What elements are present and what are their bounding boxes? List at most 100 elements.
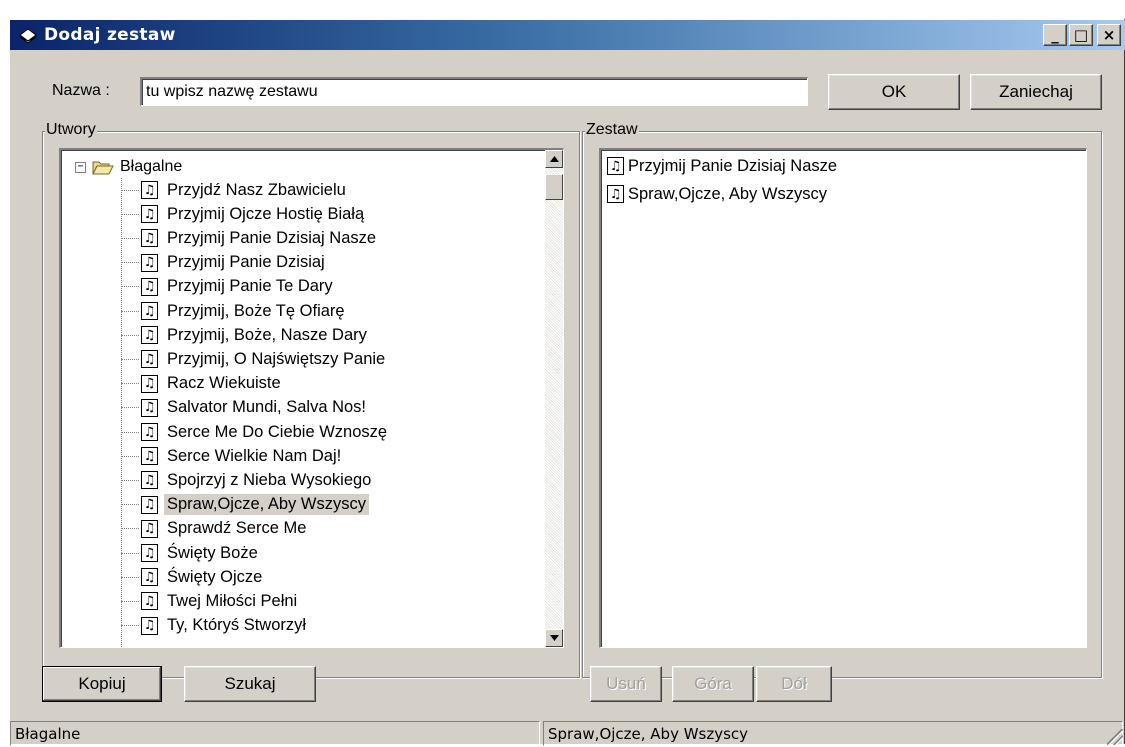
tree-song-item[interactable]: ♫ Przyjmij, O Najświętszy Panie bbox=[121, 347, 388, 371]
song-title: Przyjmij, Boże Tę Ofiarę bbox=[167, 301, 345, 320]
song-title: Przyjmij Panie Dzisiaj Nasze bbox=[167, 228, 377, 247]
set-group-title: Zestaw bbox=[585, 121, 639, 139]
music-note-icon: ♫ bbox=[141, 181, 158, 200]
tree-branch-line bbox=[121, 237, 139, 239]
tree-song-item[interactable]: ♫ Salvator Mundi, Salva Nos! bbox=[121, 396, 369, 420]
category-label: Błagalne bbox=[120, 158, 183, 175]
tree-branch-line bbox=[121, 189, 139, 191]
song-title: Twej Miłości Pełni bbox=[167, 591, 298, 610]
tree-song-item[interactable]: ♫ Przyjmij Panie Te Dary bbox=[121, 275, 336, 299]
songs-tree[interactable]: − Błagalne ♫ Przyjdź Nasz Zbawicielu ♫ Przy… bbox=[59, 148, 564, 648]
cancel-button[interactable]: Zaniechaj bbox=[970, 74, 1102, 110]
music-note-icon: ♫ bbox=[141, 592, 158, 611]
tree-song-item[interactable]: ♫ Przyjmij, Boże, Nasze Dary bbox=[121, 323, 370, 347]
tree-song-item[interactable]: ♫ Spojrzyj z Nieba Wysokiego bbox=[121, 468, 374, 492]
song-title: Serce Me Do Ciebie Wznoszę bbox=[167, 422, 388, 441]
tree-song-item[interactable]: ♫ Przyjmij Ojcze Hostię Białą bbox=[121, 202, 367, 226]
music-note-icon: ♫ bbox=[607, 185, 624, 203]
tree-song-item[interactable]: ♫ Przyjmij Panie Dzisiaj Nasze bbox=[121, 226, 379, 250]
music-note-icon: ♫ bbox=[141, 495, 158, 514]
music-note-icon: ♫ bbox=[141, 616, 158, 635]
maximize-button[interactable]: □ bbox=[1069, 24, 1093, 46]
tree-branch-line bbox=[121, 310, 139, 312]
song-title: Święty Ojcze bbox=[167, 567, 263, 586]
tree-branch-line bbox=[121, 600, 139, 602]
set-song-title: Spraw,Ojcze, Aby Wszyscy bbox=[628, 184, 827, 203]
tree-song-item[interactable]: ♫ Racz Wiekuiste bbox=[121, 372, 284, 396]
music-note-icon: ♫ bbox=[141, 374, 158, 393]
songs-group-title: Utwory bbox=[45, 121, 97, 139]
song-title: Przyjmij Panie Te Dary bbox=[167, 277, 333, 296]
tree-song-item[interactable]: ♫ Ty, Któryś Stworzył bbox=[121, 614, 309, 638]
music-note-icon: ♫ bbox=[141, 277, 158, 296]
music-note-icon: ♫ bbox=[141, 398, 158, 417]
resize-grip[interactable] bbox=[1107, 729, 1123, 745]
songs-tree-content: − Błagalne ♫ Przyjdź Nasz Zbawicielu ♫ Przy… bbox=[61, 150, 545, 647]
music-note-icon: ♫ bbox=[141, 302, 158, 321]
tree-song-item[interactable]: ♫ Przyjmij, Boże Tę Ofiarę bbox=[121, 299, 348, 323]
tree-branch-line bbox=[121, 431, 139, 433]
music-note-icon: ♫ bbox=[141, 205, 158, 224]
music-note-icon: ♫ bbox=[141, 447, 158, 466]
song-title: Przyjmij, Boże, Nasze Dary bbox=[167, 325, 367, 344]
open-folder-icon bbox=[92, 161, 114, 175]
tree-branch-line bbox=[121, 407, 139, 409]
set-list[interactable]: ♫ Przyjmij Panie Dzisiaj Nasze ♫ Spraw,Ojcz… bbox=[599, 148, 1087, 648]
set-list-item[interactable]: ♫ Przyjmij Panie Dzisiaj Nasze bbox=[607, 154, 837, 178]
tree-song-item[interactable]: ♫ Sprawdź Serce Me bbox=[121, 517, 309, 541]
tree-branch-line bbox=[121, 334, 139, 336]
music-note-icon: ♫ bbox=[141, 253, 158, 272]
tree-branch-line bbox=[121, 479, 139, 481]
tree-branch-line bbox=[121, 625, 139, 627]
tree-branch-line bbox=[121, 455, 139, 457]
tree-branch-line bbox=[121, 528, 139, 530]
song-title: Racz Wiekuiste bbox=[167, 374, 281, 393]
close-button[interactable]: × bbox=[1097, 24, 1121, 46]
tree-song-item[interactable]: ♫ Serce Wielkie Nam Daj! bbox=[121, 444, 344, 468]
remove-button[interactable]: Usuń bbox=[590, 666, 662, 702]
status-bar: Błagalne Spraw,Ojcze, Aby Wszyscy bbox=[10, 721, 1125, 747]
song-title: Spojrzyj z Nieba Wysokiego bbox=[167, 470, 372, 489]
song-title: Sprawdź Serce Me bbox=[167, 519, 307, 538]
set-list-item[interactable]: ♫ Spraw,Ojcze, Aby Wszyscy bbox=[607, 182, 827, 206]
title-bar[interactable]: Dodaj zestaw _ □ × bbox=[10, 20, 1125, 50]
dialog-window: Dodaj zestaw _ □ × Nazwa : OK Zaniechaj … bbox=[8, 18, 1125, 747]
scroll-up-button[interactable] bbox=[545, 150, 563, 168]
set-name-input[interactable] bbox=[140, 77, 808, 106]
music-note-icon: ♫ bbox=[141, 350, 158, 369]
music-note-icon: ♫ bbox=[141, 326, 158, 345]
arrow-down-icon bbox=[549, 635, 559, 641]
song-title: Przyjmij, O Najświętszy Panie bbox=[167, 349, 386, 368]
tree-song-item[interactable]: ♫ Święty Ojcze bbox=[121, 565, 265, 589]
tree-root-category[interactable]: − Błagalne bbox=[75, 156, 182, 178]
tree-branch-line bbox=[121, 576, 139, 578]
minimize-button[interactable]: _ bbox=[1043, 24, 1067, 46]
status-left: Błagalne bbox=[10, 721, 540, 746]
tree-song-item[interactable]: ♫ Przyjdź Nasz Zbawicielu bbox=[121, 178, 349, 202]
collapse-icon[interactable]: − bbox=[75, 161, 86, 173]
music-note-icon: ♫ bbox=[607, 157, 624, 175]
tree-branch-line bbox=[121, 504, 139, 506]
tree-branch-line bbox=[121, 213, 139, 215]
move-up-button[interactable]: Góra bbox=[672, 666, 754, 702]
scroll-thumb[interactable] bbox=[545, 174, 563, 200]
tree-song-item[interactable]: ♫ Święty Boże bbox=[121, 541, 261, 565]
tree-song-item[interactable]: ♫ Serce Me Do Ciebie Wznoszę bbox=[121, 420, 390, 444]
scroll-down-button[interactable] bbox=[545, 629, 563, 647]
tree-branch-line bbox=[121, 358, 139, 360]
search-button[interactable]: Szukaj bbox=[184, 666, 316, 702]
songs-scrollbar[interactable] bbox=[545, 150, 563, 647]
ok-button[interactable]: OK bbox=[828, 74, 960, 110]
music-note-icon: ♫ bbox=[141, 544, 158, 563]
tree-branch-line bbox=[121, 262, 139, 264]
name-label: Nazwa : bbox=[52, 82, 110, 99]
songs-groupbox: Utwory − Błagalne ♫ Przyjdź Nasz Zbawicie… bbox=[42, 121, 580, 678]
song-title: Serce Wielkie Nam Daj! bbox=[167, 446, 342, 465]
music-note-icon: ♫ bbox=[141, 229, 158, 248]
copy-button[interactable]: Kopiuj bbox=[42, 666, 162, 702]
move-down-button[interactable]: Dół bbox=[756, 666, 832, 702]
tree-song-item[interactable]: ♫ Spraw,Ojcze, Aby Wszyscy bbox=[121, 493, 369, 517]
tree-branch-line bbox=[121, 286, 139, 288]
tree-song-item[interactable]: ♫ Przyjmij Panie Dzisiaj bbox=[121, 251, 328, 275]
tree-song-item[interactable]: ♫ Twej Miłości Pełni bbox=[121, 589, 300, 613]
